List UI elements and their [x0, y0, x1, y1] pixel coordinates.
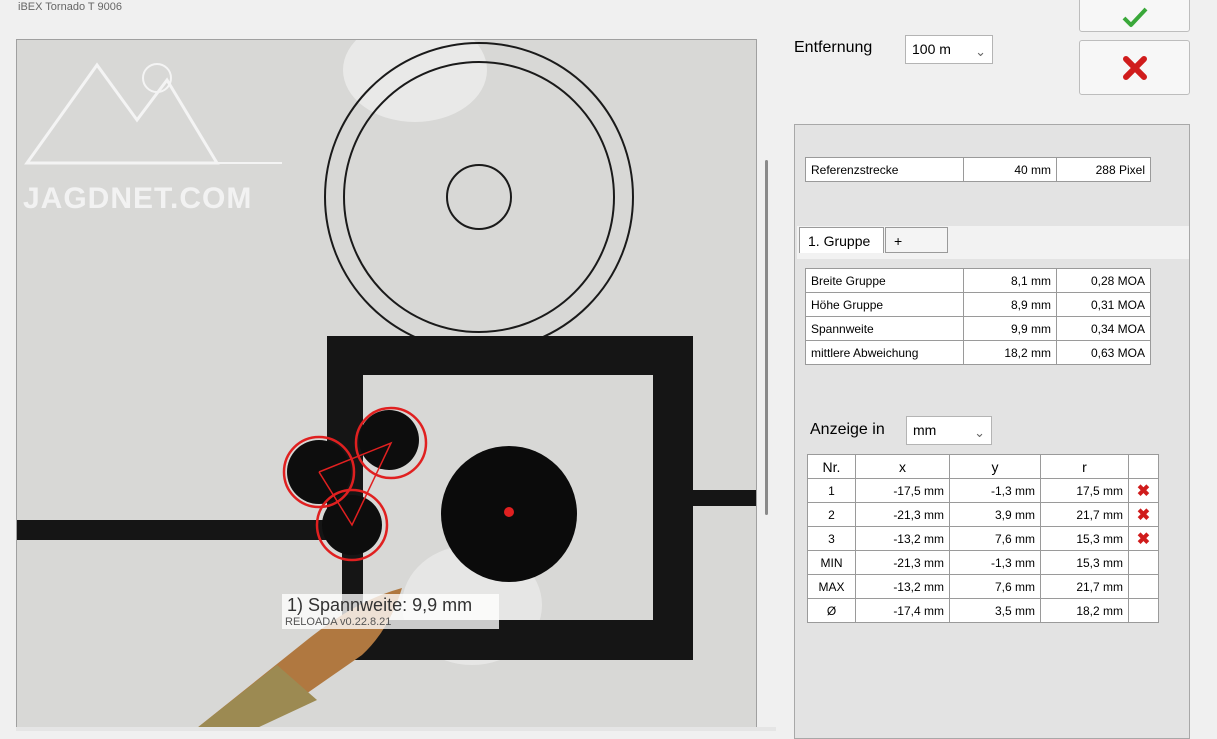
chevron-down-icon: ⌄ — [975, 44, 986, 59]
shot-r: 15,3 mm — [1040, 526, 1129, 551]
stat-mm: 8,1 mm — [963, 268, 1057, 293]
table-row: mittlere Abweichung 18,2 mm 0,63 MOA — [805, 340, 1151, 365]
watermark-text: JAGDNET.COM — [23, 182, 253, 215]
col-header-r: r — [1040, 454, 1129, 479]
tab-add-group[interactable]: + — [885, 227, 948, 253]
stat-moa: 0,63 MOA — [1056, 340, 1151, 365]
summary-x: -21,3 mm — [855, 550, 950, 575]
shot-nr: 1 — [807, 478, 856, 503]
summary-r: 18,2 mm — [1040, 598, 1129, 623]
shot-x: -21,3 mm — [855, 502, 950, 527]
reference-mm[interactable]: 40 mm — [963, 157, 1057, 182]
summary-x: -13,2 mm — [855, 574, 950, 599]
delete-shot-icon[interactable]: ✖ — [1128, 526, 1159, 551]
stat-moa: 0,31 MOA — [1056, 292, 1151, 317]
shot-r: 17,5 mm — [1040, 478, 1129, 503]
table-row: Höhe Gruppe 8,9 mm 0,31 MOA — [805, 292, 1151, 317]
image-bottom-strip — [16, 727, 776, 731]
x-icon — [1122, 55, 1147, 80]
shot-nr: 2 — [807, 502, 856, 527]
shot-nr: 3 — [807, 526, 856, 551]
table-row[interactable]: 2 -21,3 mm 3,9 mm 21,7 mm ✖ — [807, 502, 1159, 527]
table-row: Ø -17,4 mm 3,5 mm 18,2 mm — [807, 598, 1159, 623]
target-image-view[interactable]: JAGDNET.COM 1) Spannweite: 9,9 mm RELOAD… — [16, 39, 757, 729]
table-row: Spannweite 9,9 mm 0,34 MOA — [805, 316, 1151, 341]
shot-x: -17,5 mm — [855, 478, 950, 503]
summary-x: -17,4 mm — [855, 598, 950, 623]
table-row: MIN -21,3 mm -1,3 mm 15,3 mm — [807, 550, 1159, 575]
reference-pixel: 288 Pixel — [1056, 157, 1151, 182]
reference-table: Referenzstrecke 40 mm 288 Pixel — [805, 157, 1151, 182]
summary-y: 7,6 mm — [949, 574, 1041, 599]
summary-label: MIN — [807, 550, 856, 575]
table-row: Breite Gruppe 8,1 mm 0,28 MOA — [805, 268, 1151, 293]
window-title: iBEX Tornado T 9006 — [18, 1, 122, 13]
summary-r: 21,7 mm — [1040, 574, 1129, 599]
stat-label: Höhe Gruppe — [805, 292, 964, 317]
col-header-action — [1128, 454, 1159, 479]
table-row[interactable]: 3 -13,2 mm 7,6 mm 15,3 mm ✖ — [807, 526, 1159, 551]
distance-select-value: 100 m — [912, 41, 951, 57]
stat-label: mittlere Abweichung — [805, 340, 964, 365]
image-scrollbar-thumb[interactable] — [765, 160, 768, 515]
shot-y: -1,3 mm — [949, 478, 1041, 503]
stat-moa: 0,34 MOA — [1056, 316, 1151, 341]
empty-cell — [1128, 550, 1159, 575]
distance-label: Entfernung — [794, 39, 873, 56]
shot-x: -13,2 mm — [855, 526, 950, 551]
chevron-down-icon: ⌄ — [974, 425, 985, 440]
stat-moa: 0,28 MOA — [1056, 268, 1151, 293]
stat-mm: 18,2 mm — [963, 340, 1057, 365]
stat-label: Breite Gruppe — [805, 268, 964, 293]
empty-cell — [1128, 574, 1159, 599]
summary-label: Ø — [807, 598, 856, 623]
table-row[interactable]: 1 -17,5 mm -1,3 mm 17,5 mm ✖ — [807, 478, 1159, 503]
summary-y: -1,3 mm — [949, 550, 1041, 575]
shot-r: 21,7 mm — [1040, 502, 1129, 527]
display-unit-select[interactable]: mm ⌄ — [906, 416, 992, 445]
checkmark-icon — [1122, 7, 1147, 27]
overlay-version: RELOADA v0.22.8.21 — [285, 616, 392, 628]
delete-shot-icon[interactable]: ✖ — [1128, 478, 1159, 503]
stat-label: Spannweite — [805, 316, 964, 341]
display-unit-value: mm — [913, 422, 937, 438]
group-stats-table: Breite Gruppe 8,1 mm 0,28 MOA Höhe Grupp… — [805, 268, 1151, 365]
col-header-y: y — [949, 454, 1041, 479]
distance-select[interactable]: 100 m ⌄ — [905, 35, 993, 64]
summary-y: 3,5 mm — [949, 598, 1041, 623]
reference-label: Referenzstrecke — [805, 157, 964, 182]
col-header-x: x — [855, 454, 950, 479]
cancel-button[interactable] — [1079, 40, 1190, 95]
shot-y: 3,9 mm — [949, 502, 1041, 527]
table-row: Referenzstrecke 40 mm 288 Pixel — [805, 157, 1151, 182]
shots-table: Nr. x y r 1 -17,5 mm -1,3 mm 17,5 mm ✖ 2… — [807, 454, 1159, 623]
shot-y: 7,6 mm — [949, 526, 1041, 551]
overlay-measurement: 1) Spannweite: 9,9 mm — [287, 595, 473, 615]
stat-mm: 8,9 mm — [963, 292, 1057, 317]
stat-mm: 9,9 mm — [963, 316, 1057, 341]
confirm-button[interactable] — [1079, 0, 1190, 32]
display-unit-label: Anzeige in — [810, 421, 885, 438]
empty-cell — [1128, 598, 1159, 623]
summary-label: MAX — [807, 574, 856, 599]
col-header-nr: Nr. — [807, 454, 856, 479]
delete-shot-icon[interactable]: ✖ — [1128, 502, 1159, 527]
table-header-row: Nr. x y r — [807, 454, 1159, 479]
table-row: MAX -13,2 mm 7,6 mm 21,7 mm — [807, 574, 1159, 599]
summary-r: 15,3 mm — [1040, 550, 1129, 575]
tab-group-1[interactable]: 1. Gruppe — [799, 227, 884, 253]
